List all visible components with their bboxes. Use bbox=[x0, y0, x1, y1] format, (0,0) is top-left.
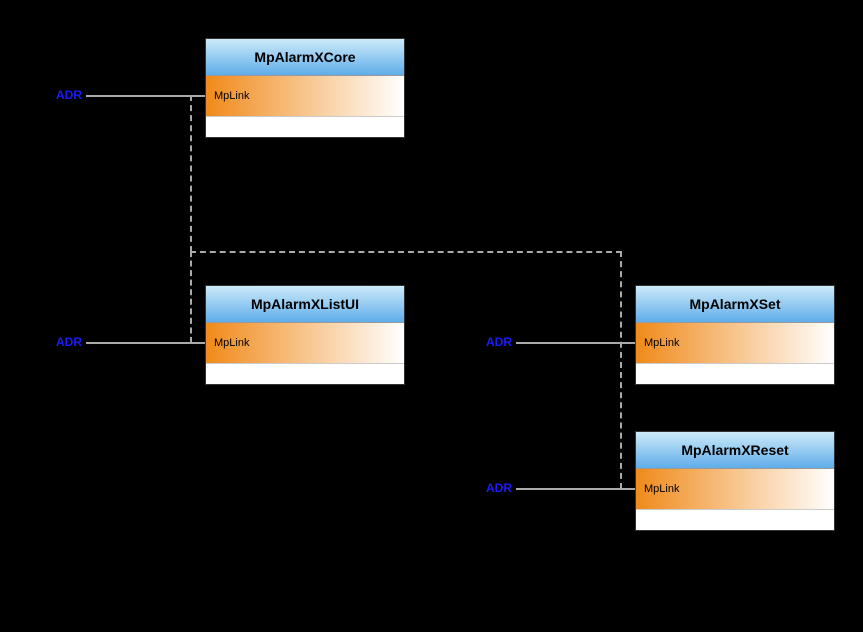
block-set: MpAlarmXSet MpLink bbox=[635, 285, 835, 385]
block-core-param: MpLink bbox=[206, 76, 404, 117]
block-core-title: MpAlarmXCore bbox=[206, 39, 404, 76]
block-reset-param: MpLink bbox=[636, 469, 834, 510]
block-core: MpAlarmXCore MpLink bbox=[205, 38, 405, 138]
adr-label-3: ADR bbox=[486, 335, 512, 349]
block-reset-title: MpAlarmXReset bbox=[636, 432, 834, 469]
connector-adr2-listui bbox=[86, 342, 205, 344]
adr-label-2: ADR bbox=[56, 335, 82, 349]
connector-bus-right bbox=[620, 251, 622, 489]
connector-bus-listui bbox=[190, 251, 192, 343]
connector-adr4-reset bbox=[516, 488, 635, 490]
connector-adr3-set bbox=[516, 342, 635, 344]
connector-core-down bbox=[190, 95, 192, 252]
block-core-footer bbox=[206, 117, 404, 137]
block-listui-footer bbox=[206, 364, 404, 384]
block-listui-title: MpAlarmXListUI bbox=[206, 286, 404, 323]
block-set-title: MpAlarmXSet bbox=[636, 286, 834, 323]
block-listui-param: MpLink bbox=[206, 323, 404, 364]
connector-bus bbox=[190, 251, 622, 253]
block-listui: MpAlarmXListUI MpLink bbox=[205, 285, 405, 385]
block-set-param: MpLink bbox=[636, 323, 834, 364]
block-reset-footer bbox=[636, 510, 834, 530]
adr-label-1: ADR bbox=[56, 88, 82, 102]
block-set-footer bbox=[636, 364, 834, 384]
connector-adr1-core bbox=[86, 95, 205, 97]
block-reset: MpAlarmXReset MpLink bbox=[635, 431, 835, 531]
adr-label-4: ADR bbox=[486, 481, 512, 495]
